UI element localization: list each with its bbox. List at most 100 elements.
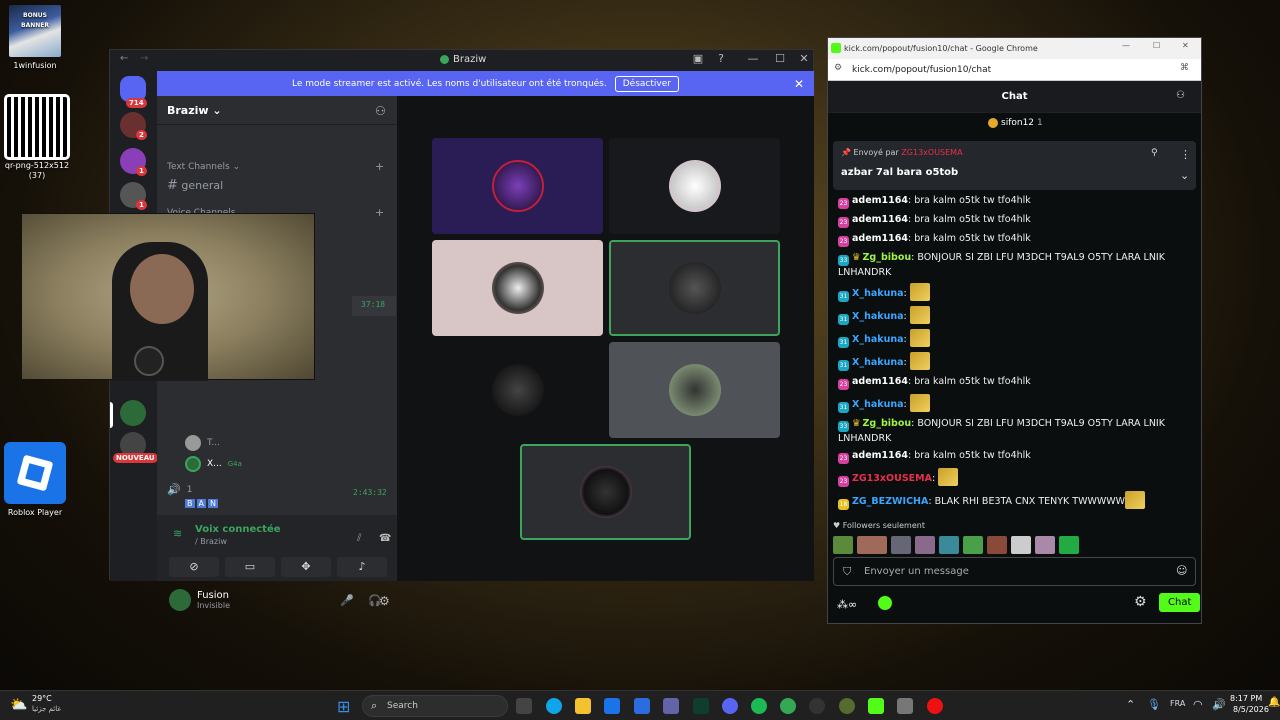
disable-streamer-mode-button[interactable]: Désactiver (614, 75, 679, 92)
chat-username[interactable]: ZG_BEZWICHA (852, 496, 928, 507)
subscriber-badge-icon[interactable]: 23 (838, 198, 849, 209)
subscriber-badge-icon[interactable]: 33 (838, 255, 849, 266)
category-text-channels[interactable]: Text Channels ⌄ (167, 162, 240, 172)
activities-icon[interactable]: ✥ (281, 557, 331, 577)
back-arrow-icon[interactable]: ← (120, 53, 128, 64)
server-icon-braziw[interactable] (120, 400, 146, 426)
volume-icon[interactable]: 🔊 (1212, 698, 1226, 711)
chat-send-button[interactable]: Chat (1159, 593, 1201, 612)
subscriber-badge-icon[interactable]: 23 (838, 453, 849, 464)
add-channel-icon[interactable]: + (375, 160, 384, 173)
chat-emote[interactable] (938, 468, 959, 486)
subscriber-badge-icon[interactable]: 31 (838, 402, 849, 413)
emote[interactable] (1011, 536, 1031, 554)
close-icon[interactable]: ✕ (1182, 41, 1189, 50)
chat-username[interactable]: X_hakuna (852, 288, 904, 299)
soundboard-icon[interactable]: ♪ (337, 557, 387, 577)
top-gifter[interactable]: sifon12 1 (988, 118, 1043, 128)
maximize-icon[interactable]: ☐ (1153, 41, 1160, 50)
pinned-message[interactable]: 📌 Envoyé par ZG13xOUSEMA azbar 7al bara … (833, 141, 1196, 190)
desktop-icon-qr[interactable]: qr-png-512x512 (37) (2, 94, 72, 181)
clock-date[interactable]: 8/5/2026 (1233, 705, 1269, 714)
banner-close-icon[interactable]: ✕ (794, 77, 804, 91)
taskbar-search[interactable]: ⌕ Search (362, 695, 508, 717)
weather-icon[interactable]: ⛅ (10, 697, 27, 713)
participant-tile[interactable] (432, 138, 603, 234)
krisp-icon[interactable]: ⫽ (357, 533, 361, 544)
chat-settings-gear-icon[interactable]: ⚙ (1134, 594, 1147, 610)
xbox-icon[interactable] (839, 698, 855, 714)
store-icon[interactable] (634, 698, 650, 714)
emote[interactable] (1059, 536, 1079, 554)
subscriber-badge-icon[interactable]: 23 (838, 236, 849, 247)
chat-username[interactable]: X_hakuna (852, 311, 904, 322)
emote[interactable] (857, 536, 887, 554)
camera-off-icon[interactable]: ⊘ (169, 557, 219, 577)
chat-username[interactable]: adem1164 (852, 450, 908, 461)
forward-arrow-icon[interactable]: → (140, 53, 148, 64)
microphone-icon[interactable]: 🎤 (340, 594, 354, 607)
chat-username[interactable]: X_hakuna (852, 334, 904, 345)
kick-points-icon[interactable]: ⁂∞ (837, 598, 857, 611)
chrome-icon[interactable] (780, 698, 796, 714)
file-explorer-icon[interactable] (575, 698, 591, 714)
emote[interactable] (939, 536, 959, 554)
participant-tile[interactable] (432, 342, 603, 438)
subscriber-badge-icon[interactable]: 18 (838, 499, 849, 510)
language-indicator[interactable]: FRA (1170, 699, 1185, 708)
app-icon[interactable] (809, 698, 825, 714)
chevron-down-icon[interactable]: ⌄ (1180, 169, 1189, 182)
weather-desc[interactable]: غائم جزئيا (32, 705, 61, 713)
chat-emote[interactable] (909, 329, 930, 347)
user-settings-icon[interactable]: ⚇ (1176, 90, 1185, 101)
edge-icon[interactable] (546, 698, 562, 714)
kick-badge-icon[interactable] (878, 596, 892, 610)
desktop-icon-roblox[interactable]: Roblox Player (0, 442, 70, 518)
chat-username[interactable]: adem1164 (852, 195, 908, 206)
emote[interactable] (833, 536, 853, 554)
voice-channel-1[interactable]: 🔊 1 (167, 483, 192, 496)
server-name[interactable]: Braziw ⌄ (167, 104, 222, 117)
subscriber-badge-icon[interactable]: 31 (838, 314, 849, 325)
subscriber-badge-icon[interactable]: 23 (838, 379, 849, 390)
chat-username[interactable]: Zg_bibou (863, 252, 912, 263)
emote[interactable] (987, 536, 1007, 554)
voice-user-row[interactable]: X... G4a (185, 456, 242, 472)
unpin-icon[interactable]: ⚲ (1151, 148, 1158, 158)
add-member-icon[interactable]: ⚇ (375, 104, 386, 118)
mic-tray-icon[interactable]: 🎙 (1147, 698, 1161, 711)
tray-chevron-icon[interactable]: ⌃ (1126, 698, 1135, 711)
emote[interactable] (891, 536, 911, 554)
screen-share-icon[interactable]: ▭ (225, 557, 275, 577)
settings-gear-icon[interactable]: ⚙ (379, 594, 390, 608)
chat-username[interactable]: X_hakuna (852, 399, 904, 410)
participant-tile-speaking[interactable] (520, 444, 691, 540)
emoji-icon[interactable]: ☺ (1176, 564, 1187, 577)
voice-connected-label[interactable]: Voix connectée (195, 524, 281, 535)
chat-input[interactable]: ⛉ Envoyer un message ☺ (833, 557, 1196, 586)
chat-username[interactable]: ZG13xOUSEMA (852, 473, 932, 484)
subscriber-badge-icon[interactable]: 23 (838, 217, 849, 228)
kick-icon[interactable] (868, 698, 884, 714)
desktop-icon-1winfusion[interactable]: BONUS BANNER 1winfusion (0, 5, 70, 71)
chat-username[interactable]: adem1164 (852, 214, 908, 225)
discord-icon[interactable] (722, 698, 738, 714)
subscriber-badge-icon[interactable]: 31 (838, 360, 849, 371)
emote[interactable] (915, 536, 935, 554)
subscriber-badge-icon[interactable]: 31 (838, 337, 849, 348)
minimize-icon[interactable]: — (1122, 41, 1130, 50)
voice-user-row[interactable]: T... (185, 435, 220, 451)
notification-bell-icon[interactable]: 🔔 (1268, 697, 1280, 708)
outlook-icon[interactable] (604, 698, 620, 714)
chat-emote[interactable] (1125, 491, 1146, 509)
chat-username[interactable]: Zg_bibou (863, 418, 912, 429)
opera-icon[interactable] (927, 698, 943, 714)
settings-icon[interactable] (897, 698, 913, 714)
more-options-icon[interactable]: ⋮ (1180, 148, 1191, 161)
chat-username[interactable]: adem1164 (852, 233, 908, 244)
spotify-icon[interactable] (751, 698, 767, 714)
emote[interactable] (963, 536, 983, 554)
address-bar[interactable]: ⚙ kick.com/popout/fusion10/chat ⌘ (828, 59, 1201, 81)
help-icon[interactable]: ? (711, 52, 731, 68)
clock-time[interactable]: 8:17 PM (1230, 694, 1262, 703)
